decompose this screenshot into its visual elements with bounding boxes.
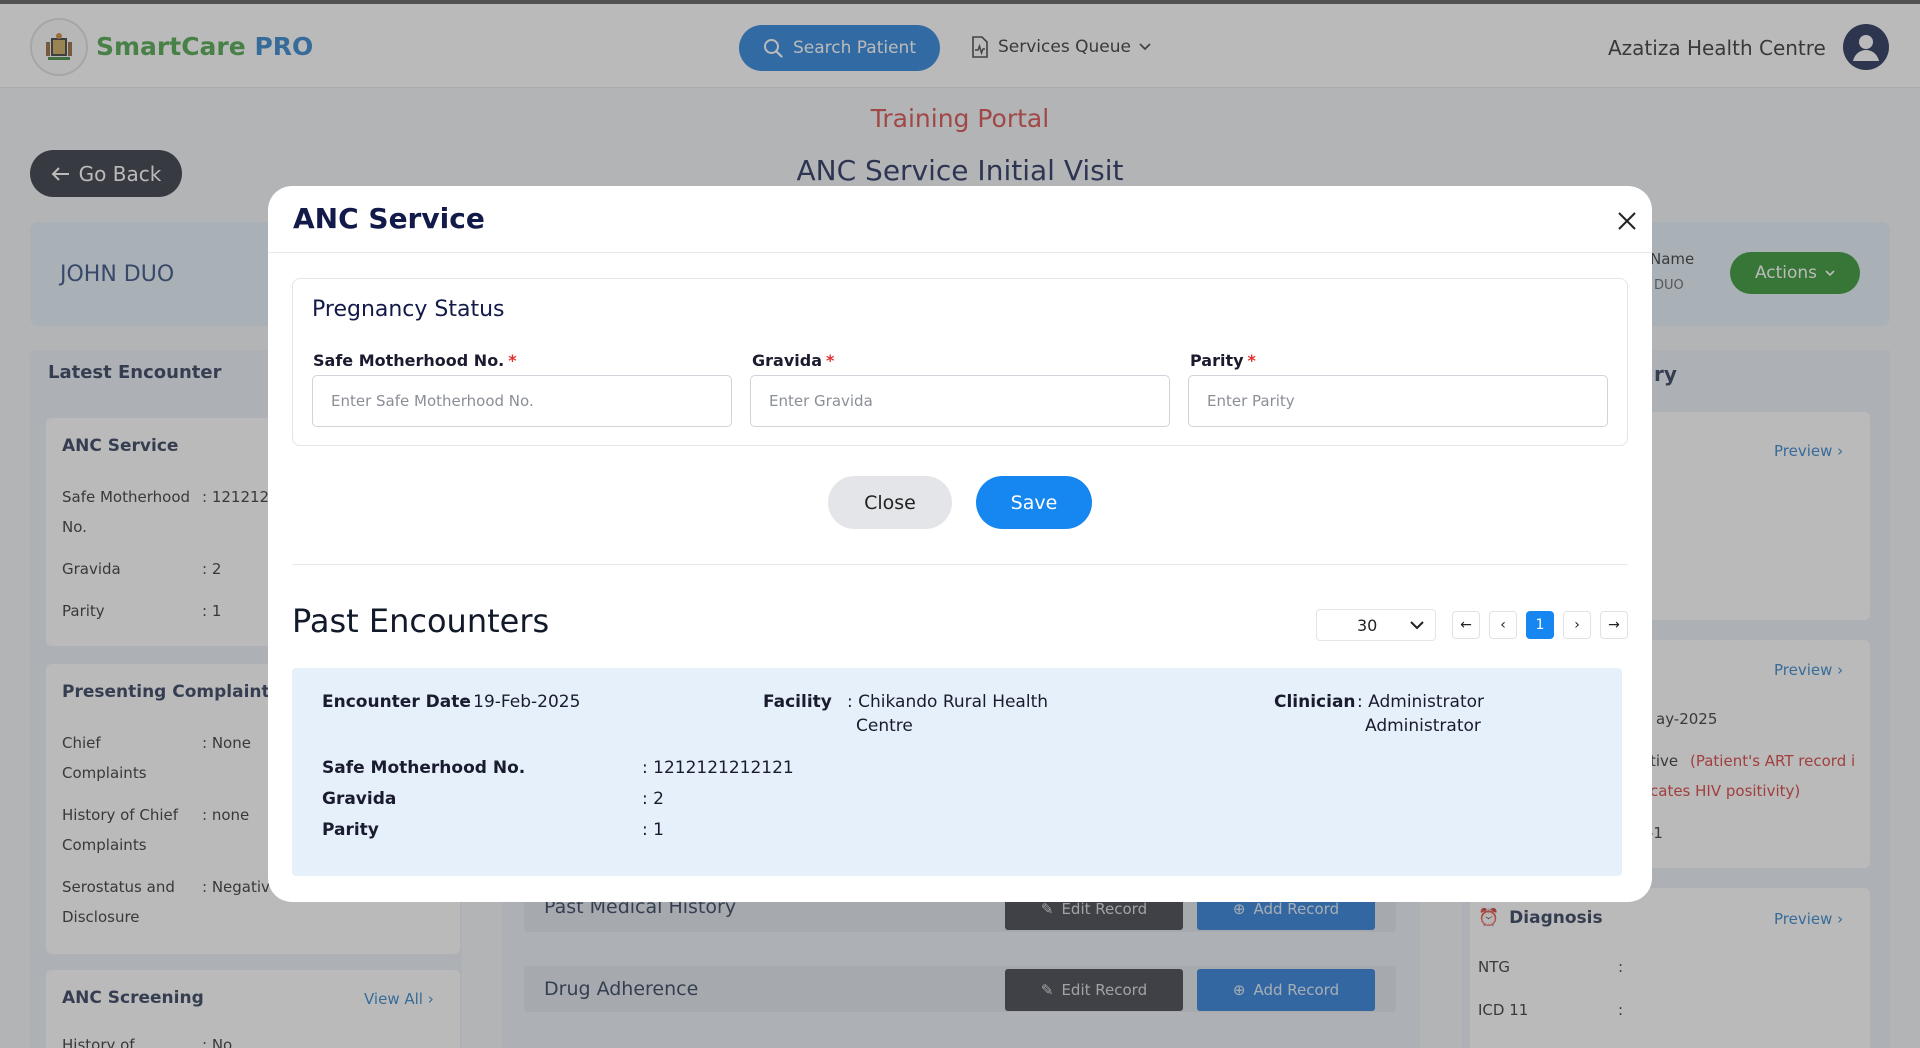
safe-motherhood-label: Safe Motherhood No. * [313, 351, 517, 370]
safe-motherhood-input[interactable] [312, 375, 732, 427]
parity-value: : 1 [642, 820, 664, 840]
pregnancy-status-section: Pregnancy Status Safe Motherhood No.* Gr… [292, 278, 1628, 446]
page-number-button[interactable]: 1 [1526, 611, 1554, 639]
page-size-select[interactable]: 30 [1316, 609, 1436, 641]
close-icon[interactable] [1612, 206, 1642, 236]
anc-service-modal: ANC Service Pregnancy Status Safe Mother… [268, 186, 1652, 902]
safe-motherhood-value: : 1212121212121 [642, 758, 794, 778]
facility-value-line2: Centre [856, 716, 913, 736]
past-encounters-title: Past Encounters [292, 602, 550, 640]
required-marker: * [825, 351, 835, 370]
chevron-left-icon: ‹ [1500, 617, 1506, 633]
divider [292, 564, 1628, 565]
close-button[interactable]: Close [828, 476, 952, 529]
prev-page-button[interactable]: ‹ [1489, 611, 1517, 639]
parity-input[interactable] [1188, 375, 1608, 427]
gravida-label: Gravida [322, 789, 397, 809]
gravida-label: Gravida * [752, 351, 835, 370]
page-size-value: 30 [1357, 615, 1378, 635]
gravida-value: : 2 [642, 789, 664, 809]
arrow-right-icon: → [1608, 617, 1620, 633]
chevron-right-icon: › [1574, 617, 1580, 633]
arrow-left-icon: ← [1460, 617, 1472, 633]
safe-motherhood-label: Safe Motherhood No. [322, 758, 526, 778]
gravida-input[interactable] [750, 375, 1170, 427]
required-marker: * [508, 351, 517, 370]
facility-value-line1: : Chikando Rural Health [847, 692, 1049, 712]
required-marker: * [1247, 351, 1256, 370]
facility-label: Facility [763, 692, 832, 712]
encounter-date-value: : 19-Feb-2025 [462, 692, 581, 712]
save-button[interactable]: Save [976, 476, 1092, 529]
first-page-button[interactable]: ← [1452, 611, 1480, 639]
clinician-label: Clinician [1274, 692, 1356, 712]
next-page-button[interactable]: › [1563, 611, 1591, 639]
encounter-date-label: Encounter Date [322, 692, 471, 712]
parity-label: Parity [322, 820, 379, 840]
clinician-value-line1: : Administrator [1357, 692, 1485, 712]
divider [268, 252, 1652, 253]
clinician-value-line2: Administrator [1365, 716, 1481, 736]
encounter-record-card[interactable]: Encounter Date : 19-Feb-2025 Facility : … [292, 668, 1622, 876]
parity-label: Parity * [1190, 351, 1256, 370]
chevron-down-icon [1410, 621, 1424, 630]
pregnancy-status-title: Pregnancy Status [312, 297, 505, 322]
modal-title: ANC Service [293, 202, 485, 235]
last-page-button[interactable]: → [1600, 611, 1628, 639]
